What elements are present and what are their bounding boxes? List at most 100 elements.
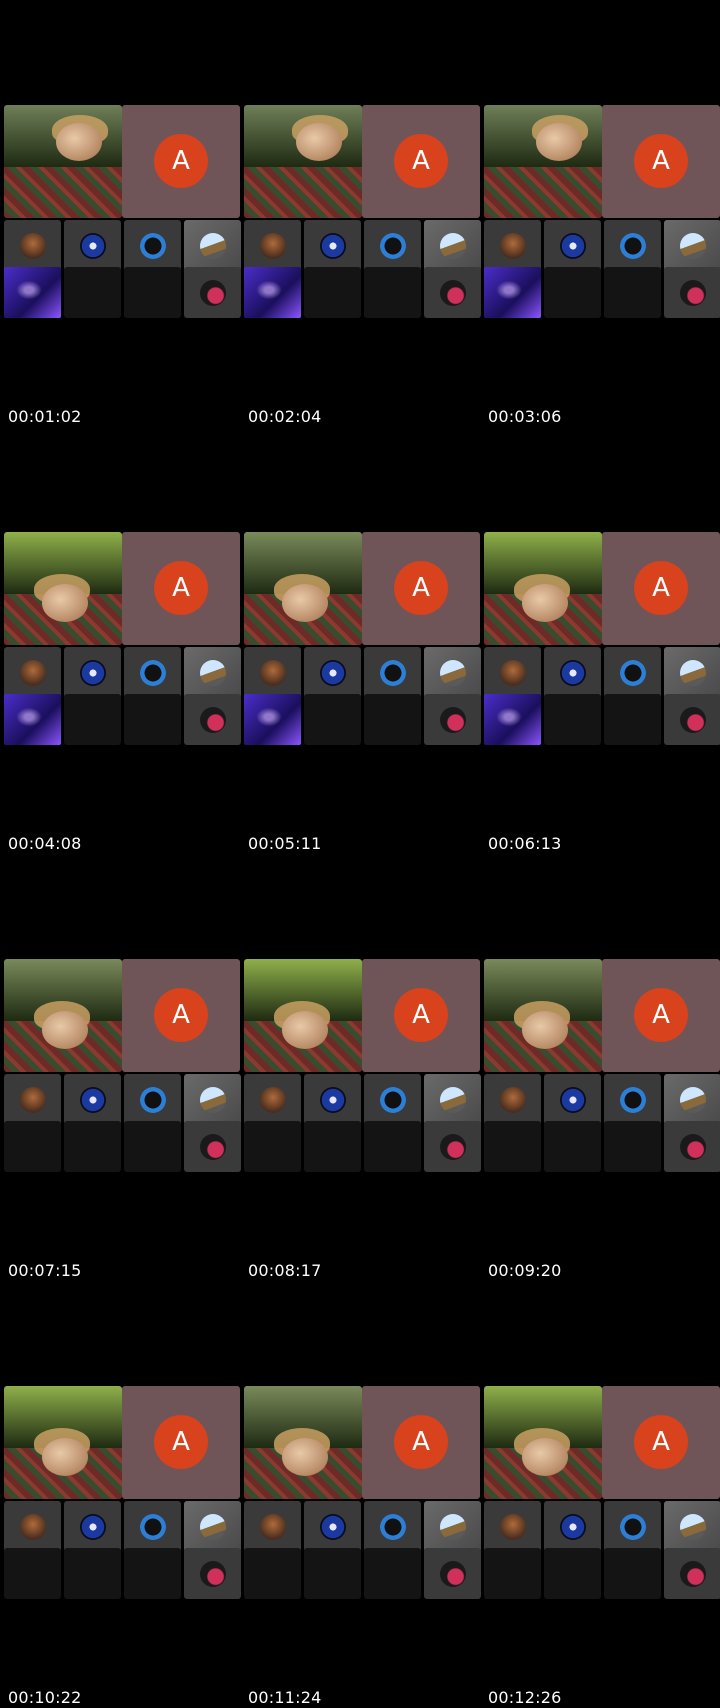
empty-tile: [544, 1548, 601, 1599]
empty-tile: [244, 1121, 301, 1172]
main-video-feed: [4, 1386, 122, 1499]
empty-tile: [64, 1548, 121, 1599]
bottle-icon: [500, 1514, 526, 1540]
empty-tile: [544, 694, 601, 745]
empty-tile: [124, 1121, 181, 1172]
participant-tile: [424, 647, 481, 698]
empty-tile: [604, 1121, 661, 1172]
participant-tile: [184, 647, 241, 698]
pink-swirl-icon: [200, 1134, 226, 1160]
main-video-feed: [4, 959, 122, 1072]
timestamp-label: 00:02:04: [248, 407, 322, 426]
participant-tile: [484, 1074, 541, 1125]
video-thumbnail[interactable]: A 00:04:08: [4, 532, 241, 853]
dome-icon: [680, 1087, 706, 1113]
participant-tile: [664, 267, 720, 318]
video-thumbnail[interactable]: A 00:10:22: [4, 1386, 241, 1707]
video-thumbnail[interactable]: A 00:06:13: [484, 532, 720, 853]
pink-swirl-icon: [200, 707, 226, 733]
avatar: A: [634, 988, 688, 1042]
video-thumbnail[interactable]: A 00:02:04: [244, 105, 481, 426]
participant-tile: [304, 220, 361, 271]
bottle-icon: [260, 233, 286, 259]
eagle-emblem-icon: [560, 1087, 586, 1113]
eagle-emblem-icon: [80, 1514, 106, 1540]
video-thumbnail[interactable]: A 00:03:06: [484, 105, 720, 426]
participant-tile: [64, 647, 121, 698]
dome-icon: [680, 660, 706, 686]
empty-tile: [64, 694, 121, 745]
eagle-emblem-icon: [320, 660, 346, 686]
avatar: A: [394, 134, 448, 188]
empty-tile: [124, 1548, 181, 1599]
avatar: A: [634, 134, 688, 188]
participant-tile: [244, 1074, 301, 1125]
participant-tile: [424, 1501, 481, 1552]
main-video-feed: [484, 532, 602, 645]
empty-tile: [244, 1548, 301, 1599]
bottle-icon: [500, 233, 526, 259]
eagle-emblem-icon: [320, 1514, 346, 1540]
participant-tile: [184, 1074, 241, 1125]
empty-tile: [124, 267, 181, 318]
avatar-tile: A: [122, 959, 240, 1072]
timestamp-label: 00:06:13: [488, 834, 562, 853]
avatar-tile: A: [122, 532, 240, 645]
participant-tile: [604, 220, 661, 271]
video-thumbnail[interactable]: A 00:08:17: [244, 959, 481, 1280]
main-video-feed: [484, 1386, 602, 1499]
participant-tile: [544, 647, 601, 698]
participant-tile: [364, 1501, 421, 1552]
empty-tile: [4, 1548, 61, 1599]
participant-tile: [664, 220, 720, 271]
timestamp-label: 00:01:02: [8, 407, 82, 426]
avatar-tile: A: [362, 532, 480, 645]
avatar: A: [634, 1415, 688, 1469]
empty-tile: [364, 1121, 421, 1172]
timestamp-label: 00:07:15: [8, 1261, 82, 1280]
empty-tile: [544, 1121, 601, 1172]
pink-swirl-icon: [200, 1561, 226, 1587]
eagle-emblem-icon: [560, 233, 586, 259]
pink-swirl-icon: [440, 280, 466, 306]
main-video-feed: [244, 959, 362, 1072]
bottle-icon: [260, 660, 286, 686]
video-thumbnail[interactable]: A 00:09:20: [484, 959, 720, 1280]
video-thumbnail[interactable]: A 00:05:11: [244, 532, 481, 853]
participant-tile: [64, 220, 121, 271]
video-thumbnail[interactable]: A 00:12:26: [484, 1386, 720, 1707]
video-thumbnail[interactable]: A 00:01:02: [4, 105, 241, 426]
video-thumbnail[interactable]: A 00:07:15: [4, 959, 241, 1280]
dark-emblem-icon: [140, 660, 166, 686]
dark-emblem-icon: [140, 1087, 166, 1113]
pink-swirl-icon: [680, 1134, 706, 1160]
participant-tile: [124, 647, 181, 698]
participant-tile: [424, 220, 481, 271]
pink-swirl-icon: [680, 280, 706, 306]
empty-tile: [304, 267, 361, 318]
participant-tile: [484, 647, 541, 698]
pink-swirl-icon: [680, 1561, 706, 1587]
video-thumbnail[interactable]: A 00:11:24: [244, 1386, 481, 1707]
timestamp-label: 00:10:22: [8, 1688, 82, 1707]
main-video-feed: [484, 105, 602, 218]
timestamp-label: 00:04:08: [8, 834, 82, 853]
participant-tile: [664, 647, 720, 698]
eagle-emblem-icon: [320, 233, 346, 259]
timestamp-label: 00:11:24: [248, 1688, 322, 1707]
participant-tile: [424, 1074, 481, 1125]
dome-icon: [200, 233, 226, 259]
empty-tile: [304, 1548, 361, 1599]
bottle-icon: [260, 1087, 286, 1113]
participant-tile: [604, 1074, 661, 1125]
avatar: A: [394, 561, 448, 615]
main-video-feed: [484, 959, 602, 1072]
empty-tile: [604, 1548, 661, 1599]
eagle-emblem-icon: [80, 660, 106, 686]
bottle-icon: [20, 1514, 46, 1540]
pink-swirl-icon: [440, 1134, 466, 1160]
participant-tile: [244, 647, 301, 698]
bottle-icon: [20, 660, 46, 686]
bottle-icon: [260, 1514, 286, 1540]
participant-tile: [484, 1501, 541, 1552]
